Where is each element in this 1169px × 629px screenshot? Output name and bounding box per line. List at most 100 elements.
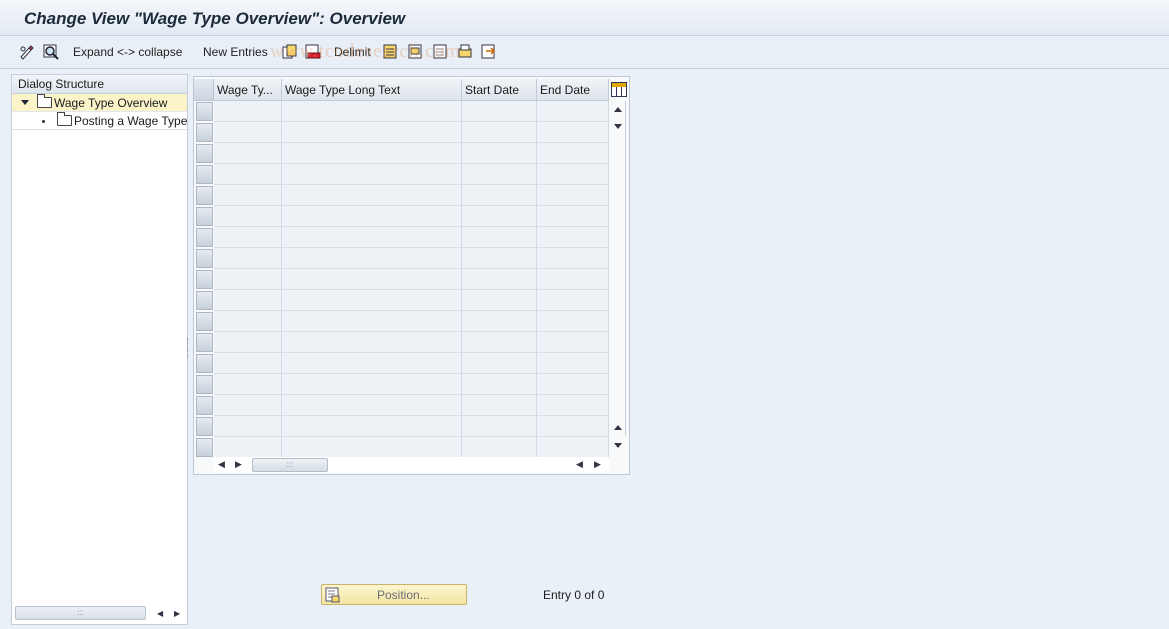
table-cell[interactable]: [537, 185, 609, 206]
table-row[interactable]: [194, 206, 609, 227]
table-cell[interactable]: [214, 332, 282, 353]
scroll-left-icon[interactable]: ◀: [157, 609, 163, 618]
table-row[interactable]: [194, 332, 609, 353]
table-cell[interactable]: [462, 437, 537, 458]
table-cell[interactable]: [214, 206, 282, 227]
table-row[interactable]: [194, 416, 609, 437]
table-cell[interactable]: [214, 437, 282, 458]
row-selector[interactable]: [196, 249, 213, 268]
table-cell[interactable]: [214, 122, 282, 143]
table-cell[interactable]: [537, 353, 609, 374]
row-selector[interactable]: [196, 144, 213, 163]
table-cell[interactable]: [462, 164, 537, 185]
table-row[interactable]: [194, 374, 609, 395]
table-row[interactable]: [194, 185, 609, 206]
copy-as-button[interactable]: [282, 43, 298, 61]
table-cell[interactable]: [462, 311, 537, 332]
table-cell[interactable]: [282, 416, 462, 437]
table-row[interactable]: [194, 290, 609, 311]
row-selector[interactable]: [196, 375, 213, 394]
table-cell[interactable]: [214, 395, 282, 416]
table-cell[interactable]: [282, 101, 462, 122]
table-row[interactable]: [194, 248, 609, 269]
table-cell[interactable]: [537, 416, 609, 437]
table-cell[interactable]: [282, 185, 462, 206]
find-button[interactable]: [43, 43, 59, 61]
scroll-left-end-icon[interactable]: ◀: [576, 459, 583, 470]
table-cell[interactable]: [282, 290, 462, 311]
table-cell[interactable]: [537, 290, 609, 311]
table-cell[interactable]: [462, 143, 537, 164]
table-cell[interactable]: [462, 353, 537, 374]
scroll-right-icon[interactable]: ▶: [174, 609, 180, 618]
table-cell[interactable]: [462, 101, 537, 122]
row-selector[interactable]: [196, 186, 213, 205]
delete-button[interactable]: [305, 43, 321, 61]
row-selector[interactable]: [196, 354, 213, 373]
select-block-button[interactable]: [408, 43, 424, 61]
table-horizontal-scrollbar[interactable]: ◀ ▶ ::: ◀ ▶: [214, 457, 609, 473]
table-cell[interactable]: [537, 374, 609, 395]
display-change-button[interactable]: [19, 43, 35, 61]
table-cell[interactable]: [214, 374, 282, 395]
table-cell[interactable]: [462, 290, 537, 311]
position-button[interactable]: Position...: [321, 584, 467, 605]
table-cell[interactable]: [282, 122, 462, 143]
table-row[interactable]: [194, 437, 609, 458]
table-row[interactable]: [194, 164, 609, 185]
print-button[interactable]: [457, 43, 473, 61]
panel-splitter[interactable]: [187, 338, 190, 358]
table-cell[interactable]: [462, 332, 537, 353]
table-row[interactable]: [194, 269, 609, 290]
table-cell[interactable]: [537, 143, 609, 164]
row-selector[interactable]: [196, 438, 213, 457]
row-selector[interactable]: [196, 270, 213, 289]
table-cell[interactable]: [282, 311, 462, 332]
table-cell[interactable]: [537, 395, 609, 416]
table-cell[interactable]: [282, 437, 462, 458]
table-cell[interactable]: [214, 290, 282, 311]
table-cell[interactable]: [537, 101, 609, 122]
scroll-left-icon[interactable]: ◀: [218, 459, 225, 470]
row-selector[interactable]: [196, 417, 213, 436]
table-cell[interactable]: [282, 332, 462, 353]
row-selector[interactable]: [196, 291, 213, 310]
column-header-end-date[interactable]: End Date: [537, 79, 609, 101]
table-cell[interactable]: [282, 395, 462, 416]
page-down-icon[interactable]: [614, 124, 622, 129]
table-row[interactable]: [194, 311, 609, 332]
tree-item-posting-wage-type[interactable]: Posting a Wage Type: [12, 112, 187, 130]
table-cell[interactable]: [537, 332, 609, 353]
new-entries-button[interactable]: New Entries: [203, 43, 268, 61]
horizontal-scroll-thumb[interactable]: :::: [252, 458, 328, 472]
table-vertical-scrollbar[interactable]: [609, 101, 628, 456]
table-cell[interactable]: [214, 143, 282, 164]
table-cell[interactable]: [214, 311, 282, 332]
table-cell[interactable]: [282, 374, 462, 395]
table-cell[interactable]: [214, 227, 282, 248]
table-cell[interactable]: [537, 164, 609, 185]
row-selector[interactable]: [196, 102, 213, 121]
table-cell[interactable]: [214, 416, 282, 437]
table-cell[interactable]: [282, 143, 462, 164]
table-settings-icon[interactable]: [611, 82, 627, 97]
row-selector[interactable]: [196, 396, 213, 415]
scroll-up-icon[interactable]: [614, 107, 622, 112]
table-cell[interactable]: [462, 269, 537, 290]
table-cell[interactable]: [462, 122, 537, 143]
page-up-icon[interactable]: [614, 425, 622, 430]
table-cell[interactable]: [214, 101, 282, 122]
table-cell[interactable]: [462, 185, 537, 206]
table-cell[interactable]: [462, 374, 537, 395]
table-cell[interactable]: [214, 248, 282, 269]
table-cell[interactable]: [462, 395, 537, 416]
scroll-right-end-icon[interactable]: ▶: [594, 459, 601, 470]
table-cell[interactable]: [282, 353, 462, 374]
select-all-button[interactable]: [383, 43, 399, 61]
delimit-button[interactable]: Delimit: [334, 43, 371, 61]
table-row[interactable]: [194, 227, 609, 248]
expand-collapse-button[interactable]: Expand <-> collapse: [73, 43, 182, 61]
table-cell[interactable]: [537, 269, 609, 290]
scroll-right-icon[interactable]: ▶: [235, 459, 242, 470]
table-cell[interactable]: [462, 227, 537, 248]
